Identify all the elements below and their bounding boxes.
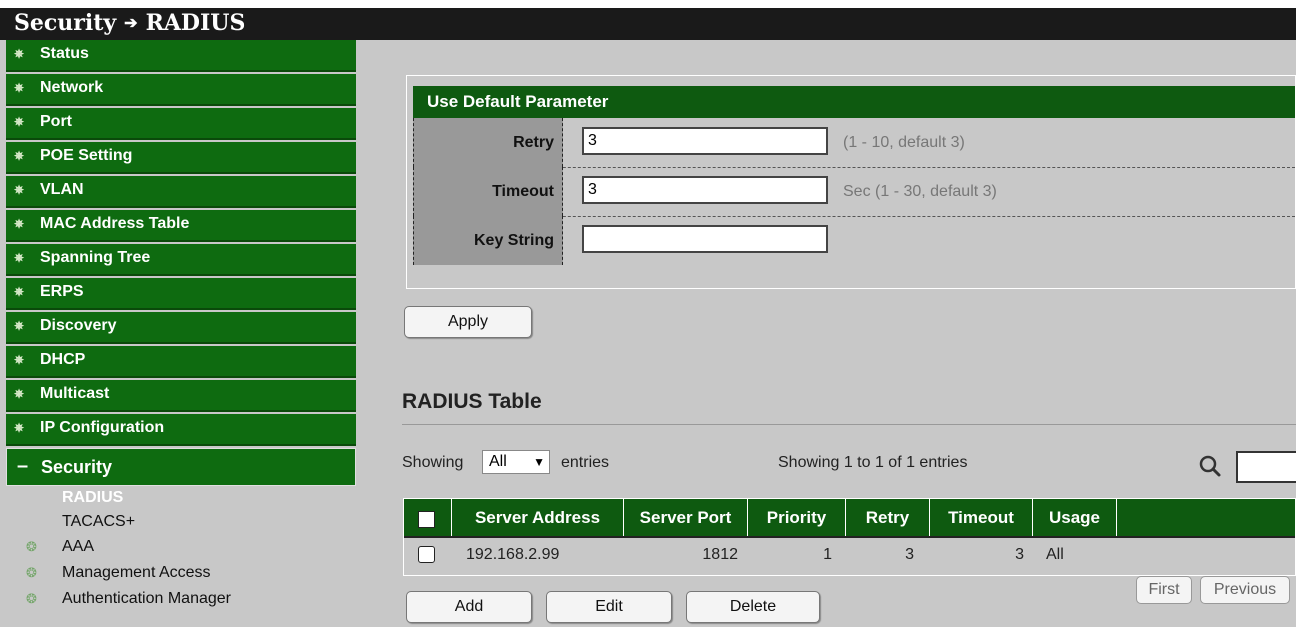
select-all-checkbox[interactable] (418, 511, 435, 528)
col-retry[interactable]: Retry (846, 499, 930, 536)
row-checkbox[interactable] (418, 546, 435, 563)
sidebar-item-erps[interactable]: ✵ ERPS (6, 278, 356, 310)
expand-arrow-icon: ✵ (14, 421, 25, 435)
radius-table: Server Address Server Port Priority Retr… (403, 498, 1296, 576)
add-button[interactable]: Add (406, 591, 532, 623)
entries-select[interactable]: All ▼ (482, 450, 550, 474)
cell-timeout: 3 (1015, 546, 1024, 563)
folder-bullet-icon: ❂ (26, 565, 37, 580)
sidebar-subcategory-aaa[interactable]: ❂ AAA (6, 534, 370, 560)
sidebar-item-vlan[interactable]: ✵ VLAN (6, 176, 356, 208)
table-header: Server Address Server Port Priority Retr… (404, 499, 1295, 536)
expand-arrow-icon: ✵ (14, 81, 25, 95)
cell-server-port: 1812 (702, 546, 738, 563)
expand-arrow-icon: ✵ (14, 149, 25, 163)
timeout-hint: Sec (1 - 30, default 3) (843, 183, 997, 200)
sidebar-item-network[interactable]: ✵ Network (6, 74, 356, 106)
sidebar-item-spanning-tree[interactable]: ✵ Spanning Tree (6, 244, 356, 276)
radius-table-title: RADIUS Table (402, 390, 542, 413)
cell-retry: 3 (905, 546, 914, 563)
delete-button[interactable]: Delete (686, 591, 820, 623)
folder-bullet-icon: ❂ (26, 591, 37, 606)
page-title-bar: Security ➔ RADIUS (0, 8, 1296, 40)
sidebar-item-poe-setting[interactable]: ✵ POE Setting (6, 142, 356, 174)
page-title: RADIUS (145, 10, 246, 36)
col-server-port[interactable]: Server Port (624, 499, 748, 536)
divider (402, 424, 1296, 425)
sidebar-subitem-tacacs[interactable]: TACACS+ (6, 510, 370, 534)
col-timeout[interactable]: Timeout (930, 499, 1033, 536)
sidebar-item-status[interactable]: ✵ Status (6, 40, 356, 72)
timeout-row: Timeout Sec (1 - 30, default 3) (413, 167, 1295, 217)
cell-server-address: 192.168.2.99 (466, 546, 560, 563)
retry-input[interactable] (582, 127, 828, 155)
timeout-label: Timeout (413, 167, 563, 216)
col-server-address[interactable]: Server Address (452, 499, 624, 536)
sidebar: ✵ Status ✵ Network ✵ Port ✵ POE Setting ✵ VLA… (0, 40, 370, 627)
search-icon (1199, 455, 1221, 477)
sidebar-item-multicast[interactable]: ✵ Multicast (6, 380, 356, 412)
breadcrumb-arrow-icon: ➔ (124, 13, 138, 32)
pagination-first-button[interactable]: First (1136, 576, 1192, 604)
entries-select-value: All (489, 453, 507, 470)
entries-label: entries (561, 454, 610, 471)
chevron-down-icon: ▼ (533, 455, 545, 469)
expand-arrow-icon: ✵ (14, 387, 25, 401)
sidebar-item-security[interactable]: – Security (6, 448, 356, 486)
retry-label: Retry (413, 118, 563, 167)
key-string-input[interactable] (582, 225, 828, 253)
expand-arrow-icon: ✵ (14, 353, 25, 367)
expand-arrow-icon: ✵ (14, 183, 25, 197)
col-usage[interactable]: Usage (1033, 499, 1117, 536)
expand-arrow-icon: ✵ (14, 217, 25, 231)
showing-label: Showing (402, 454, 464, 471)
key-string-label: Key String (413, 216, 563, 265)
timeout-input[interactable] (582, 176, 828, 204)
retry-row: Retry (1 - 10, default 3) (413, 118, 1295, 168)
search-input[interactable] (1236, 451, 1296, 483)
apply-button[interactable]: Apply (404, 306, 532, 338)
sidebar-item-ip-configuration[interactable]: ✵ IP Configuration (6, 414, 356, 446)
expand-arrow-icon: ✵ (14, 251, 25, 265)
page-title-section: Security (14, 10, 117, 36)
retry-hint: (1 - 10, default 3) (843, 134, 965, 151)
col-priority[interactable]: Priority (748, 499, 846, 536)
cell-usage: All (1046, 546, 1064, 563)
expand-arrow-icon: ✵ (14, 47, 25, 61)
panel-header: Use Default Parameter (413, 86, 1295, 118)
collapse-icon: – (17, 455, 29, 477)
main-content: Use Default Parameter Retry (1 - 10, def… (370, 40, 1296, 627)
sidebar-item-dhcp[interactable]: ✵ DHCP (6, 346, 356, 378)
edit-button[interactable]: Edit (546, 591, 672, 623)
sidebar-item-mac-address-table[interactable]: ✵ MAC Address Table (6, 210, 356, 242)
sidebar-subcategory-management-access[interactable]: ❂ Management Access (6, 560, 370, 586)
sidebar-subitem-radius[interactable]: RADIUS (6, 486, 370, 510)
expand-arrow-icon: ✵ (14, 285, 25, 299)
expand-arrow-icon: ✵ (14, 319, 25, 333)
pagination-previous-button[interactable]: Previous (1200, 576, 1290, 604)
sidebar-subcategory-authentication-manager[interactable]: ❂ Authentication Manager (6, 586, 370, 612)
table-info: Showing 1 to 1 of 1 entries (778, 454, 968, 471)
folder-bullet-icon: ❂ (26, 539, 37, 554)
key-string-row: Key String (413, 216, 1295, 265)
default-parameter-panel: Use Default Parameter Retry (1 - 10, def… (406, 75, 1296, 289)
select-all-cell (404, 499, 452, 536)
sidebar-item-discovery[interactable]: ✵ Discovery (6, 312, 356, 344)
cell-priority: 1 (823, 546, 832, 563)
table-row[interactable]: 192.168.2.99 1812 1 3 3 All (404, 536, 1295, 575)
expand-arrow-icon: ✵ (14, 115, 25, 129)
sidebar-item-port[interactable]: ✵ Port (6, 108, 356, 140)
